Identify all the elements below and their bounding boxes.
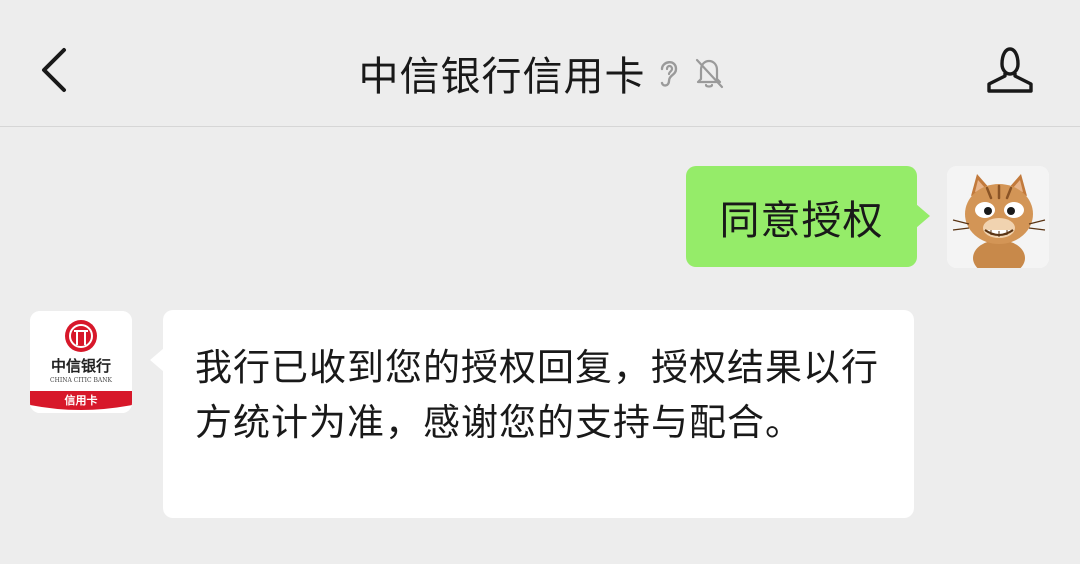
chat-title-area: 中信银行信用卡 <box>0 44 1080 100</box>
incoming-message-bubble[interactable]: 我行已收到您的授权回复，授权结果以行方统计为准，感谢您的支持与配合。 <box>150 310 914 518</box>
cat-avatar[interactable] <box>947 166 1049 268</box>
chat-header: 中信银行信用卡 <box>0 0 1080 127</box>
ear-icon <box>654 55 684 91</box>
person-icon <box>987 47 1033 93</box>
bell-muted-icon <box>692 55 723 91</box>
outgoing-message-text: 同意授权 <box>719 197 884 244</box>
chat-title: 中信银行信用卡 <box>358 54 646 100</box>
bank-logo-name: 中信银行 <box>51 357 111 375</box>
bank-logo-avatar[interactable]: 中信银行 CHINA CITIC BANK 信用卡 <box>30 311 132 413</box>
chat-info-button[interactable] <box>984 44 1036 96</box>
bank-logo-english: CHINA CITIC BANK <box>50 377 113 384</box>
outgoing-message-bubble[interactable]: 同意授权 <box>686 166 930 267</box>
incoming-message-text: 我行已收到您的授权回复，授权结果以行方统计为准，感谢您的支持与配合。 <box>195 346 879 444</box>
bank-logo-tag: 信用卡 <box>65 393 98 407</box>
